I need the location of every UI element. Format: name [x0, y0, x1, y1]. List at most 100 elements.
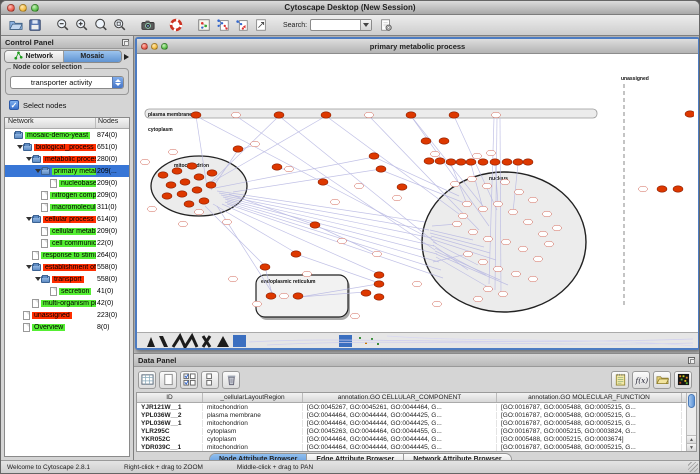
scrollbar-thumb[interactable] — [688, 394, 695, 408]
network-node[interactable] — [397, 184, 407, 190]
expand-arrow-icon[interactable] — [25, 217, 32, 221]
network-node[interactable] — [513, 159, 523, 165]
search-field[interactable] — [311, 20, 360, 30]
tab-mosaic[interactable]: Mosaic — [64, 51, 122, 62]
network-node[interactable] — [424, 158, 434, 164]
network-node[interactable] — [206, 182, 216, 188]
network-node[interactable] — [523, 159, 533, 165]
network-node[interactable] — [369, 153, 379, 159]
network-node-labeled[interactable] — [431, 151, 440, 157]
network-node-labeled[interactable] — [285, 166, 294, 172]
network-node-labeled[interactable] — [373, 251, 382, 257]
network-node[interactable] — [274, 112, 284, 118]
network-tree-row[interactable]: response to stimulu264(0) — [5, 249, 129, 261]
network-node-labeled[interactable] — [501, 179, 510, 185]
annotation-icon[interactable] — [252, 17, 269, 34]
network-node-labeled[interactable] — [543, 211, 552, 217]
network-node[interactable] — [376, 166, 386, 172]
network-node[interactable] — [291, 251, 301, 257]
network-node-labeled[interactable] — [148, 206, 157, 212]
attribute-table[interactable]: ID_cellularLayoutRegionannotation.GO CEL… — [137, 393, 686, 451]
scroll-up-icon[interactable]: ▲ — [687, 435, 696, 443]
network-node[interactable] — [478, 159, 488, 165]
network-node[interactable] — [199, 198, 209, 204]
network-node[interactable] — [502, 159, 512, 165]
zoom-in-icon[interactable] — [73, 17, 90, 34]
network-node-labeled[interactable] — [338, 238, 347, 244]
network-node-labeled[interactable] — [355, 183, 364, 189]
network-node-labeled[interactable] — [179, 221, 188, 227]
column-header[interactable]: _cellularLayoutRegion — [203, 393, 303, 402]
network-node-labeled[interactable] — [534, 256, 543, 262]
network-node[interactable] — [192, 187, 202, 193]
network-node[interactable] — [374, 272, 384, 278]
float-panel-icon[interactable] — [688, 357, 695, 364]
network-node[interactable] — [272, 164, 282, 170]
network-node[interactable] — [266, 293, 276, 299]
open-attributes-icon[interactable] — [653, 371, 671, 389]
network-node-labeled[interactable] — [479, 206, 488, 212]
network-tree-row[interactable]: metabolic process280(0) — [5, 153, 129, 165]
network-node-labeled[interactable] — [499, 291, 508, 297]
zoom-out-icon[interactable] — [54, 17, 71, 34]
network-node[interactable] — [318, 179, 328, 185]
tab-scroll-right-icon[interactable] — [122, 54, 130, 60]
network-node-labeled[interactable] — [553, 225, 562, 231]
network-node-labeled[interactable] — [195, 209, 204, 215]
table-row[interactable]: YLR295Ccytoplasm[GO:0045263, GO:0044464,… — [137, 427, 686, 435]
expand-arrow-icon[interactable] — [16, 145, 23, 149]
attribute-select-icon[interactable] — [138, 371, 156, 389]
network-node[interactable] — [162, 193, 172, 199]
network-tree-row[interactable]: biological_process651(0) — [5, 141, 129, 153]
tab-network[interactable]: Network — [5, 51, 64, 62]
network-tree-row[interactable]: Overview8(0) — [5, 321, 129, 333]
network-tree-row[interactable]: nucleobase-209(0) — [5, 177, 129, 189]
network-node-labeled[interactable] — [464, 251, 473, 257]
network-node-labeled[interactable] — [515, 189, 524, 195]
network-node[interactable] — [456, 159, 466, 165]
network-node-labeled[interactable] — [393, 195, 402, 201]
network-node-labeled[interactable] — [141, 159, 150, 165]
formula-icon[interactable]: f(x) — [632, 371, 650, 389]
network-node[interactable] — [166, 182, 176, 188]
network-node[interactable] — [673, 186, 683, 192]
network-view-window[interactable]: primary metabolic process plasma membran… — [135, 37, 699, 350]
float-panel-icon[interactable] — [122, 39, 129, 46]
minimize-button[interactable] — [19, 4, 27, 12]
network-node[interactable] — [439, 138, 449, 144]
scroll-down-icon[interactable]: ▼ — [687, 443, 696, 451]
network-tree-row[interactable]: cell communicat22(0) — [5, 237, 129, 249]
network-tree-row[interactable]: macromolecule311(0) — [5, 201, 129, 213]
table-row[interactable]: YJR121W__1mitochondrion[GO:0045267, GO:0… — [137, 403, 686, 411]
network-node[interactable] — [172, 168, 182, 174]
network-node-labeled[interactable] — [529, 197, 538, 203]
network-node[interactable] — [685, 111, 694, 117]
network-node[interactable] — [466, 159, 476, 165]
network-node-labeled[interactable] — [473, 153, 482, 159]
column-header[interactable]: annotation.GO MOLECULAR_FUNCTION — [497, 393, 682, 402]
network-tree-row[interactable]: multi-organism pro42(0) — [5, 297, 129, 309]
network-node-labeled[interactable] — [509, 209, 518, 215]
network-node-labeled[interactable] — [229, 276, 238, 282]
network-node[interactable] — [187, 163, 197, 169]
expand-arrow-icon[interactable] — [25, 157, 32, 161]
network-node-labeled[interactable] — [453, 221, 462, 227]
network-node[interactable] — [361, 290, 371, 296]
network-node[interactable] — [180, 179, 190, 185]
network-node-labeled[interactable] — [545, 241, 554, 247]
network-node-labeled[interactable] — [232, 112, 241, 118]
delete-attribute-icon[interactable] — [222, 371, 240, 389]
network-tree-row[interactable]: primary metabo209(... — [5, 165, 129, 177]
search-dropdown-icon[interactable] — [360, 20, 371, 30]
network-node[interactable] — [158, 172, 168, 178]
network-node[interactable] — [260, 264, 270, 270]
expand-arrow-icon[interactable] — [25, 265, 32, 269]
table-row[interactable]: YKR052Ccytoplasm[GO:0044464, GO:0044446,… — [137, 435, 686, 443]
network-node-labeled[interactable] — [303, 271, 312, 277]
network-node-labeled[interactable] — [529, 276, 538, 282]
network-tree-row[interactable]: mosaic-demo-yeast874(0) — [5, 129, 129, 141]
network-node-labeled[interactable] — [451, 181, 460, 187]
network-graph[interactable]: plasma membranecytoplasmmitochondrionnuc… — [137, 54, 694, 332]
network-node-labeled[interactable] — [512, 271, 521, 277]
close-button[interactable] — [7, 4, 15, 12]
